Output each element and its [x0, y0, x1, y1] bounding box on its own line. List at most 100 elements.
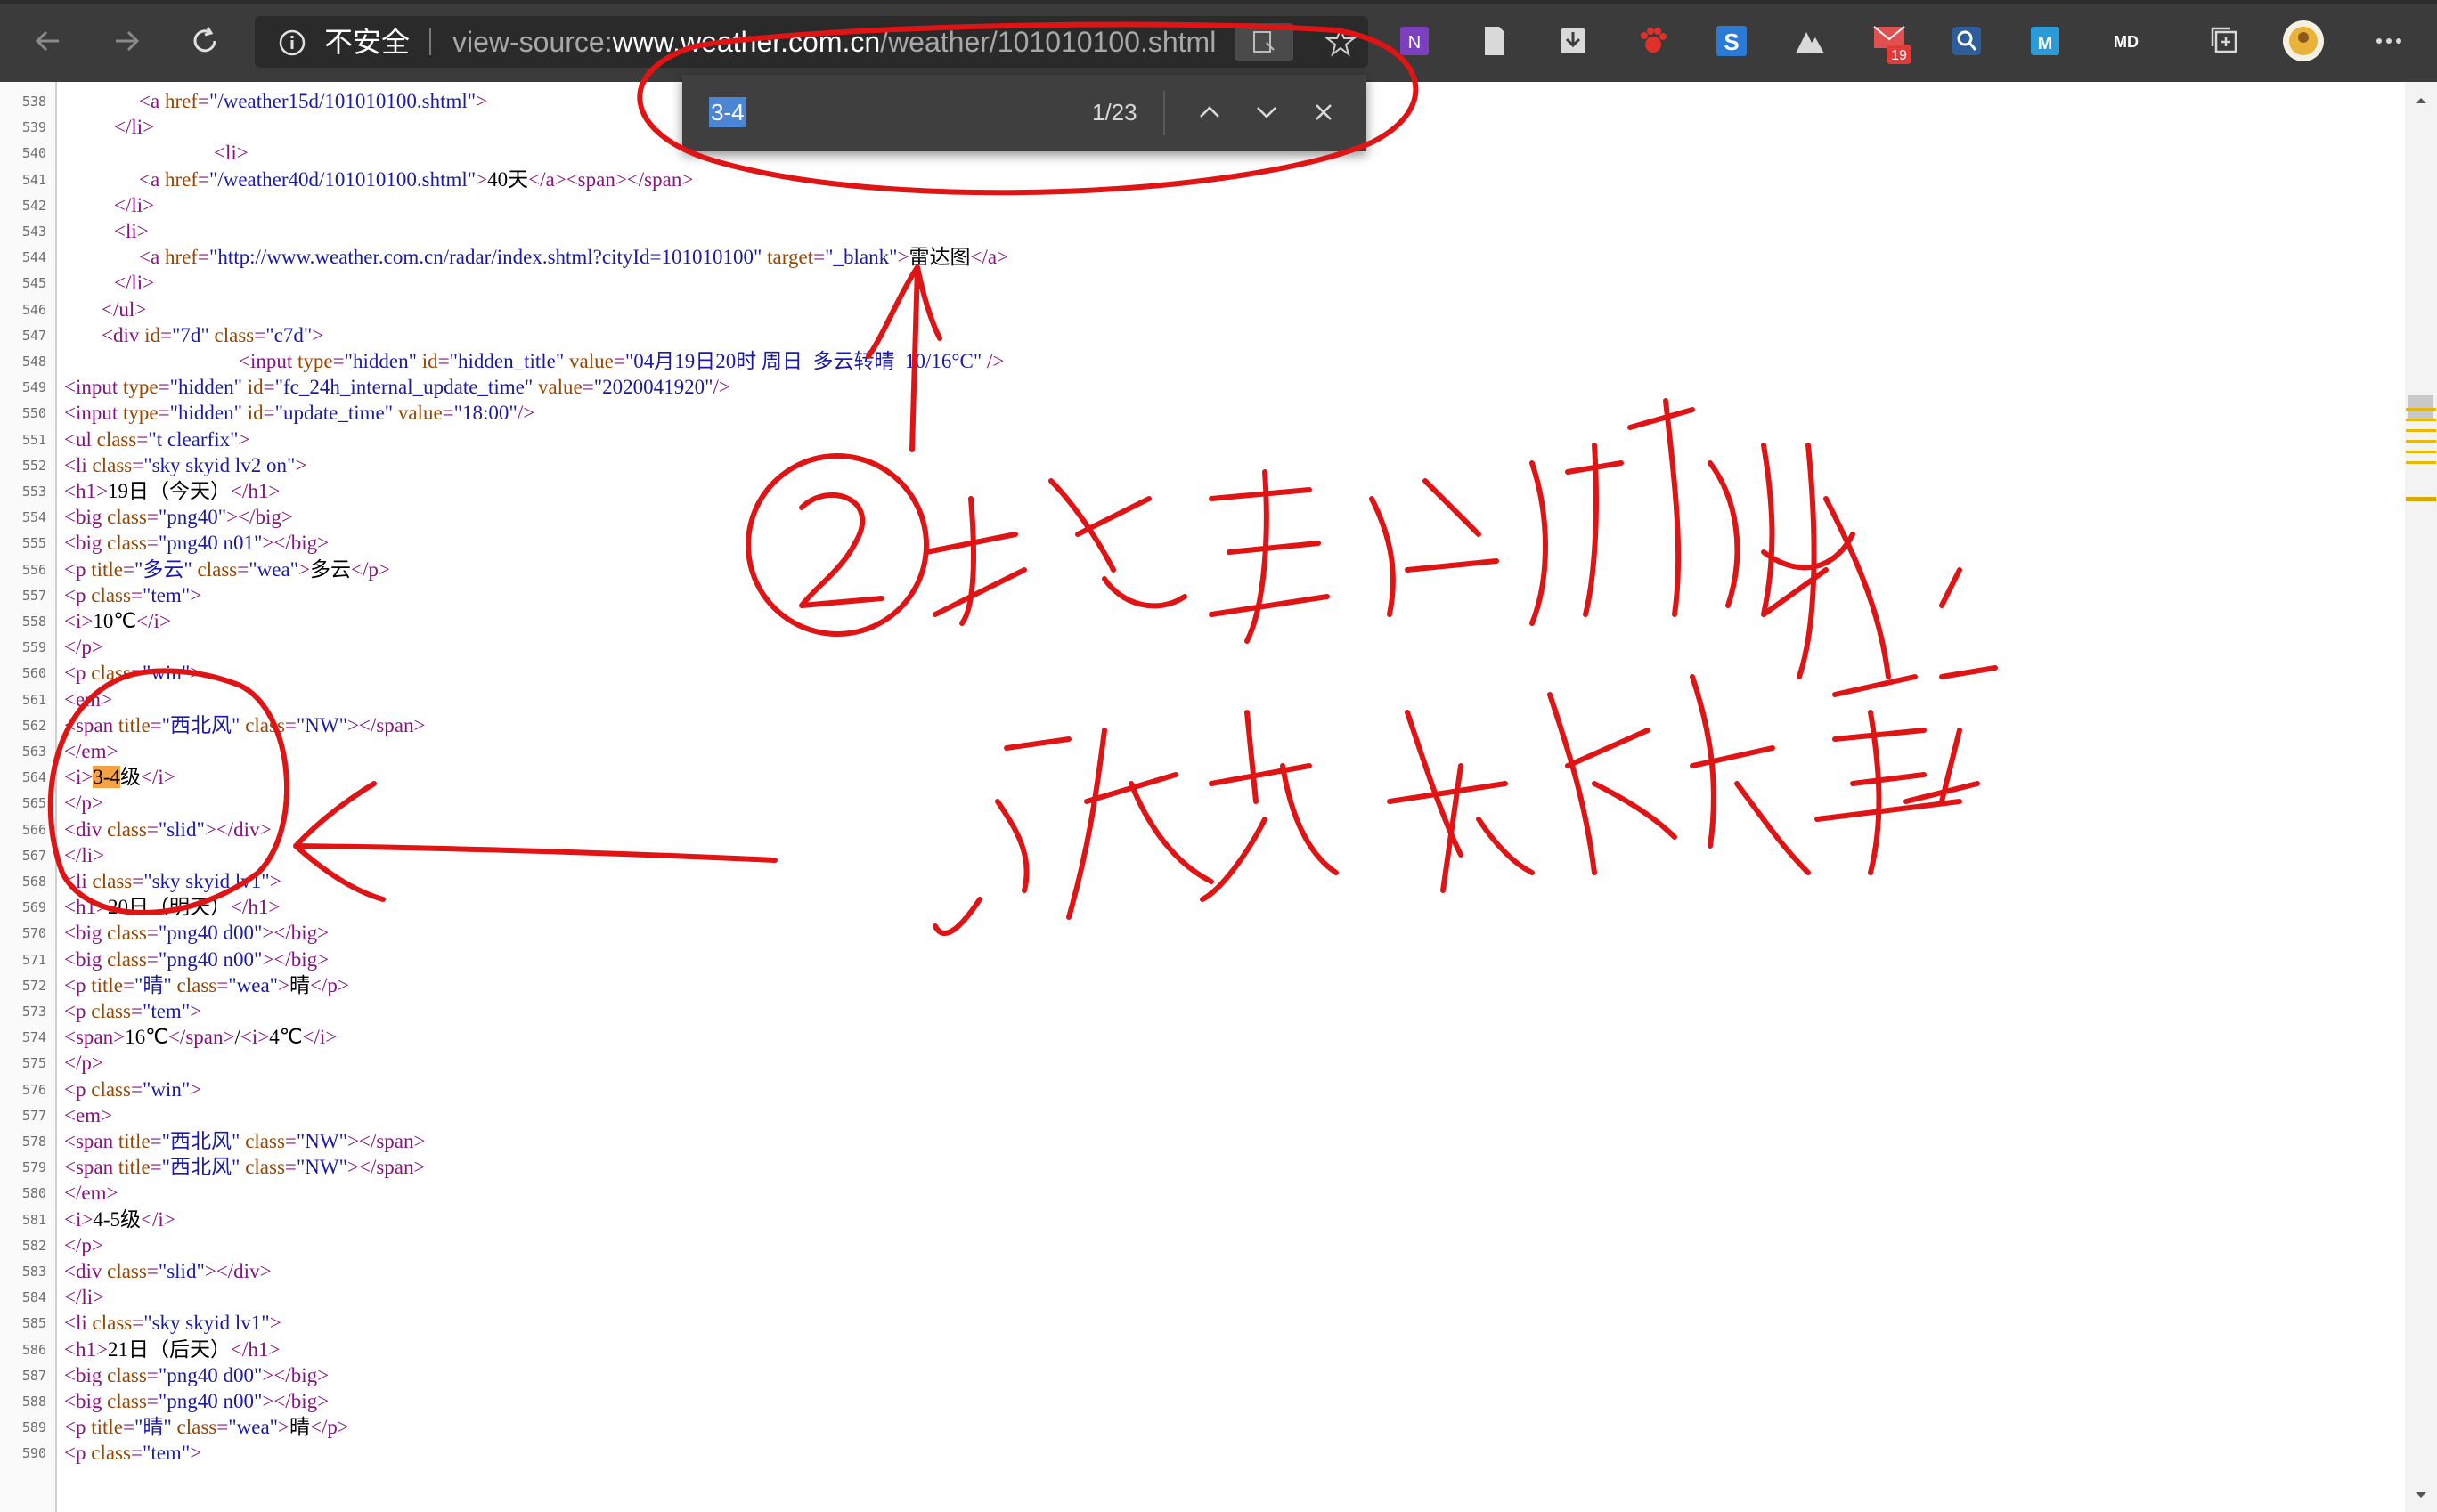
code-token: =: [216, 1416, 229, 1439]
code-token: 晴: [289, 1416, 311, 1439]
code-token: =: [284, 1156, 297, 1179]
source-line: 557 <p class="tem">: [0, 582, 2396, 609]
code-token: "04月19日20时 周日 多云转晴 10/16°C": [624, 350, 982, 372]
line-number: 578: [21, 1134, 46, 1150]
code-token: class: [171, 1416, 217, 1439]
source-line: 571 <big class="png40 n00"></big>: [0, 947, 2396, 973]
m-app-icon[interactable]: M: [2027, 23, 2063, 59]
source-line: 569 <h1>20日（明天）</h1>: [0, 894, 2396, 921]
code-token: value: [533, 376, 583, 399]
source-view[interactable]: 538 <a href="/weather15d/101010100.shtml"…: [0, 82, 2405, 1512]
line-number: 548: [21, 354, 46, 370]
source-line: 582 </p>: [0, 1232, 2396, 1259]
avatar[interactable]: [2282, 20, 2325, 62]
url-path: /weather/101010100.shtml: [880, 26, 1217, 58]
line-number: 538: [21, 93, 46, 110]
code-token: href: [164, 90, 198, 112]
line-code: <i>3-4级</i>: [64, 764, 175, 791]
onenote-icon[interactable]: N: [1397, 23, 1432, 59]
line-code: <span title="西北风" class="NW"></span>: [64, 1154, 425, 1181]
collections-icon[interactable]: [2207, 23, 2243, 59]
code-token: <p: [64, 1442, 92, 1465]
code-token: class: [107, 1390, 147, 1412]
url-text[interactable]: view-source:www.weather.com.cn/weather/1…: [452, 23, 1216, 61]
back-button[interactable]: [27, 20, 69, 62]
code-token: "png40 n01": [158, 532, 263, 555]
code-token: "tem": [142, 1000, 191, 1022]
line-code: </p>: [64, 1050, 103, 1077]
source-line: 556 <p title="多云" class="wea">多云</p>: [0, 557, 2396, 583]
line-code: <h1>19日（今天）</h1>: [64, 478, 280, 505]
code-token: =: [263, 402, 275, 425]
code-token: ></div>: [204, 817, 272, 841]
code-token: "wea": [228, 1416, 279, 1439]
code-token: </h1>: [230, 896, 281, 919]
code-token: "晴": [134, 1416, 172, 1439]
line-number: 560: [21, 665, 46, 682]
line-code: <ul class="t clearfix">: [64, 427, 249, 453]
info-icon[interactable]: [278, 28, 306, 57]
code-token: =: [442, 402, 454, 425]
line-code: <big class="png40 d00"></big>: [64, 920, 329, 947]
code-token: 21日（后天）: [107, 1337, 231, 1361]
source-line: 563 </em>: [0, 738, 2396, 765]
address-bar[interactable]: 不安全 view-source:www.weather.com.cn/weath…: [255, 16, 1368, 68]
line-number: 562: [21, 717, 46, 734]
scroll-up-icon[interactable]: [2405, 87, 2437, 114]
code-token: ></big>: [226, 506, 293, 529]
read-aloud-button[interactable]: [1235, 23, 1293, 61]
code-token: </h1>: [230, 1337, 281, 1361]
find-next-button[interactable]: [1249, 94, 1284, 130]
find-close-button[interactable]: [1306, 94, 1341, 130]
line-number: 550: [21, 405, 46, 422]
refresh-icon: [193, 27, 216, 53]
line-code: <big class="png40 n00"></big>: [64, 1388, 329, 1415]
code-token: title: [118, 1130, 151, 1152]
document-icon[interactable]: [1477, 23, 1512, 59]
vertical-scrollbar[interactable]: [2405, 82, 2437, 1512]
line-number: 579: [21, 1159, 46, 1176]
code-token: "http://www.weather.com.cn/radar/index.s…: [208, 246, 762, 269]
find-previous-button[interactable]: [1192, 94, 1227, 130]
code-token: >: [190, 1442, 202, 1465]
forward-button[interactable]: [105, 20, 148, 62]
paw-icon[interactable]: [1635, 23, 1671, 59]
find-input[interactable]: 3-4: [709, 93, 746, 132]
line-number: 555: [21, 535, 46, 552]
source-line: 579 <span title="西北风" class="NW"></span>: [0, 1154, 2396, 1181]
code-token: target: [762, 246, 814, 269]
search-ext-icon[interactable]: [1949, 23, 1985, 59]
code-token: <em>: [64, 687, 113, 711]
code-token: 4℃: [269, 1026, 303, 1049]
download-icon[interactable]: [1555, 23, 1591, 59]
find-bar: 3-4 1/23: [682, 75, 1366, 151]
code-token: "fc_24h_internal_update_time": [274, 376, 534, 399]
code-token: </li>: [114, 116, 155, 139]
markdown-icon[interactable]: MD: [2104, 23, 2148, 59]
refresh-button[interactable]: [183, 20, 226, 62]
code-token: >: [269, 1312, 281, 1335]
code-token: </i>: [141, 1207, 175, 1231]
code-token: 40天: [487, 167, 529, 191]
source-line: 554 <big class="png40"></big>: [0, 504, 2396, 531]
browser-toolbar: 不安全 view-source:www.weather.com.cn/weath…: [0, 0, 2437, 82]
line-number: 577: [21, 1107, 46, 1124]
more-icon[interactable]: [2371, 23, 2407, 59]
svg-text:M: M: [2038, 34, 2053, 53]
security-label[interactable]: 不安全: [324, 23, 410, 61]
mail-icon[interactable]: 19: [1871, 20, 1913, 66]
code-token: "win": [142, 1077, 191, 1101]
s-app-icon[interactable]: S: [1714, 23, 1749, 59]
code-token: </li>: [114, 193, 155, 216]
code-token: >: [190, 1077, 202, 1101]
forward-arrow-icon: [116, 30, 140, 52]
line-code: <div id="7d" class="c7d">: [102, 322, 323, 349]
code-token: <input: [64, 376, 124, 399]
mountain-icon[interactable]: [1792, 23, 1828, 59]
code-token: class: [107, 506, 147, 529]
code-token: =: [197, 90, 209, 112]
code-token: =: [158, 402, 170, 425]
code-token: "晴": [134, 973, 172, 996]
favorite-star-icon[interactable]: [1324, 25, 1357, 59]
scroll-down-icon[interactable]: [2405, 1482, 2437, 1508]
